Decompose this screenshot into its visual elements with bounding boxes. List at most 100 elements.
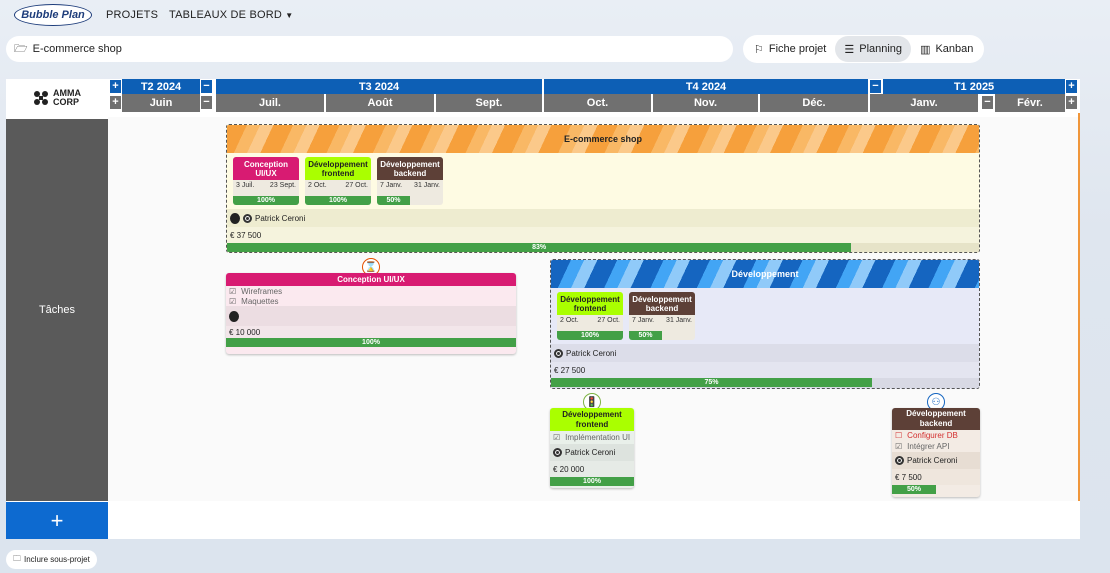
nav-projects[interactable]: PROJETS xyxy=(106,9,158,21)
budget-value: € 20 000 xyxy=(553,464,585,474)
task-card-frontend[interactable]: Développement frontend ☑ Implémentation U… xyxy=(550,408,634,488)
avatar xyxy=(230,212,240,224)
app-logo-text: Bubble Plan xyxy=(21,9,85,21)
subtask-strip: Développement frontend 2 Oct. 27 Oct. 100… xyxy=(551,288,979,344)
expand-left-button[interactable]: + xyxy=(110,80,121,93)
project-container-developpement[interactable]: Développement Développement frontend 2 O… xyxy=(550,259,980,389)
project-breadcrumb[interactable]: 🗁 E-commerce shop xyxy=(6,36,733,62)
caret-down-icon: ▼ xyxy=(285,11,294,20)
budget-value: € 7 500 xyxy=(895,472,922,482)
include-subproject-button[interactable]: 🗀 Inclure sous-projet xyxy=(6,550,97,569)
subtask-start: 2 Oct. xyxy=(560,317,579,324)
owner-name: Patrick Ceroni xyxy=(566,348,617,358)
plus-icon: + xyxy=(50,507,64,533)
month-nov: Nov. xyxy=(653,94,758,112)
collapse-quarter-button[interactable]: − xyxy=(201,80,212,93)
row-label-taches: Tâches xyxy=(6,119,108,501)
nav-dashboards[interactable]: TABLEAUX DE BORD ▼ xyxy=(169,9,293,21)
target-icon xyxy=(895,456,904,465)
owner-row: Patrick Ceroni xyxy=(227,209,979,227)
checklist-text: Wireframes xyxy=(241,286,283,296)
list-icon: ☰ xyxy=(844,43,855,56)
checklist-text: Configurer DB xyxy=(907,431,958,440)
task-title: Développement backend xyxy=(892,408,980,430)
tab-planning[interactable]: ☰ Planning xyxy=(835,36,912,62)
company-logo-icon xyxy=(34,91,48,105)
checkbox-checked-icon: ☑ xyxy=(895,442,903,451)
subtask-progress: 50% xyxy=(629,331,662,340)
today-marker xyxy=(1078,113,1080,501)
task-card-backend[interactable]: Développement backend ☐ Configurer DB ☑ In… xyxy=(892,408,980,497)
subtask-card[interactable]: Développement backend 7 Janv. 31 Janv. 50… xyxy=(377,157,443,205)
add-row-button[interactable]: + xyxy=(6,502,108,539)
subtask-end: 27 Oct. xyxy=(345,182,368,189)
kanban-icon: ▥ xyxy=(920,43,931,56)
checkbox-checked-icon: ☑ xyxy=(553,433,561,442)
owner-row: Patrick Ceroni xyxy=(551,344,979,362)
project-container-ecommerce[interactable]: E-commerce shop Conception UI/UX 3 Juil.… xyxy=(226,124,980,253)
expand-right-button[interactable]: + xyxy=(1066,80,1077,93)
quarter-t1-2025: T1 2025 xyxy=(883,79,1065,94)
project-name: E-commerce shop xyxy=(32,43,122,55)
tab-kanban[interactable]: ▥ Kanban xyxy=(911,36,982,62)
budget-value: € 37 500 xyxy=(230,230,262,240)
subtask-end: 27 Oct. xyxy=(597,317,620,324)
checklist-item[interactable]: ☑ Intégrer API xyxy=(892,441,980,452)
target-icon xyxy=(243,213,252,223)
budget-row: € 10 000 xyxy=(226,326,516,338)
remove-month-button[interactable]: − xyxy=(201,96,212,109)
checklist-text: Implémentation UI xyxy=(565,433,631,442)
quarter-t3-2024: T3 2024 xyxy=(216,79,542,94)
add-month-left-button[interactable]: + xyxy=(110,96,121,109)
subtask-card[interactable]: Conception UI/UX 3 Juil. 23 Sept. 100% xyxy=(233,157,299,205)
checklist-item[interactable]: ☑ Implémentation UI xyxy=(550,431,634,444)
collapse-quarter-button[interactable]: − xyxy=(870,80,881,93)
month-janv: Janv. xyxy=(870,94,978,112)
task-card-conception[interactable]: Conception UI/UX ☑ Wireframes ☑ Maquettes … xyxy=(226,273,516,354)
month-juin: Juin xyxy=(122,94,200,112)
month-dec: Déc. xyxy=(760,94,868,112)
task-progress-bar: 50% xyxy=(892,485,936,494)
subtask-progress: 100% xyxy=(557,331,623,340)
budget-row: € 37 500 xyxy=(227,227,979,243)
quarter-t4-2024: T4 2024 xyxy=(544,79,868,94)
add-month-right-button[interactable]: + xyxy=(1066,96,1077,109)
task-progress-bar: 100% xyxy=(226,338,516,347)
subtask-card[interactable]: Développement frontend 2 Oct. 27 Oct. 100… xyxy=(305,157,371,205)
company-logo: AMMA CORP xyxy=(6,79,108,117)
checkbox-checked-icon: ☑ xyxy=(229,296,237,306)
subtask-title: Conception UI/UX xyxy=(233,157,299,180)
view-tabs: ⚐ Fiche projet ☰ Planning ▥ Kanban xyxy=(743,35,985,63)
subtask-card[interactable]: Développement frontend 2 Oct. 27 Oct. 100… xyxy=(557,292,623,340)
remove-month-button[interactable]: − xyxy=(982,96,993,109)
subtask-card[interactable]: Développement backend 7 Janv. 31 Janv. 50… xyxy=(629,292,695,340)
include-subproject-label: Inclure sous-projet xyxy=(24,555,90,564)
subtask-start: 7 Janv. xyxy=(380,182,403,189)
checkbox-empty-icon: ☐ xyxy=(895,431,903,440)
folder-icon: 🗁 xyxy=(14,42,28,55)
budget-row: € 27 500 xyxy=(551,362,979,378)
progress-track: 83% xyxy=(227,243,979,252)
month-juil: Juil. xyxy=(216,94,324,112)
owner-name: Patrick Ceroni xyxy=(565,448,616,457)
app-logo[interactable]: Bubble Plan xyxy=(14,4,92,26)
tab-label: Fiche projet xyxy=(768,43,827,55)
checklist-item[interactable]: ☑ Wireframes xyxy=(226,286,516,296)
company-name-line2: CORP xyxy=(53,97,80,107)
quarter-t2-2024: T2 2024 xyxy=(122,79,200,94)
tab-label: Kanban xyxy=(935,43,974,55)
tab-fiche-projet[interactable]: ⚐ Fiche projet xyxy=(745,36,835,62)
tab-label: Planning xyxy=(859,43,903,55)
subtask-progress: 100% xyxy=(233,196,299,205)
subtask-start: 3 Juil. xyxy=(236,182,255,189)
owner-row: Patrick Ceroni xyxy=(892,452,980,469)
project-title: Développement xyxy=(731,269,799,279)
project-progress-bar: 75% xyxy=(551,378,872,387)
project-title: E-commerce shop xyxy=(563,134,643,144)
checklist-item[interactable]: ☑ Maquettes xyxy=(226,296,516,306)
checklist-item[interactable]: ☐ Configurer DB xyxy=(892,430,980,441)
month-oct: Oct. xyxy=(544,94,651,112)
subtask-end: 31 Janv. xyxy=(666,317,692,324)
progress-track: 75% xyxy=(551,378,979,388)
folder-add-icon: 🗀 xyxy=(13,553,21,563)
